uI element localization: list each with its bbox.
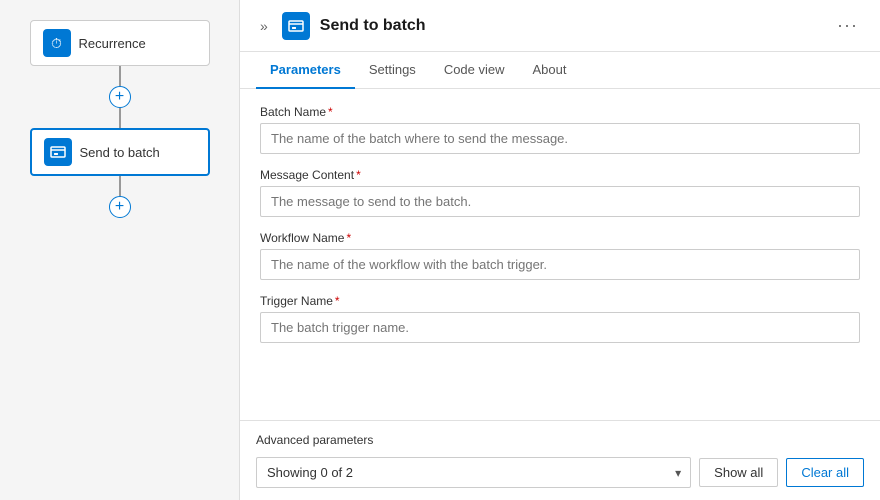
- header-icon: [282, 12, 310, 40]
- recurrence-icon: ⏱: [43, 29, 71, 57]
- tab-bar: Parameters Settings Code view About: [240, 52, 880, 89]
- connector-line-3: [119, 176, 121, 196]
- workflow-name-input[interactable]: [260, 249, 860, 280]
- send-to-batch-icon: [44, 138, 72, 166]
- trigger-name-input[interactable]: [260, 312, 860, 343]
- more-options-button[interactable]: ···: [831, 13, 864, 38]
- trigger-name-label: Trigger Name*: [260, 294, 860, 308]
- connector-1: +: [109, 66, 131, 128]
- trigger-name-group: Trigger Name*: [260, 294, 860, 343]
- message-content-group: Message Content*: [260, 168, 860, 217]
- panel-title: Send to batch: [320, 17, 821, 35]
- add-step-button-2[interactable]: +: [109, 196, 131, 218]
- connector-line-2: [119, 108, 121, 128]
- message-content-required: *: [356, 168, 361, 182]
- advanced-parameters-label: Advanced parameters: [256, 433, 864, 447]
- batch-name-group: Batch Name*: [260, 105, 860, 154]
- form-area: Batch Name* Message Content* Workflow Na…: [240, 89, 880, 420]
- connector-2: +: [109, 176, 131, 218]
- connector-line-1: [119, 66, 121, 86]
- send-to-batch-label: Send to batch: [80, 145, 160, 160]
- batch-name-label: Batch Name*: [260, 105, 860, 119]
- right-header: » Send to batch ···: [240, 0, 880, 52]
- collapse-button[interactable]: »: [256, 16, 272, 36]
- send-to-batch-node[interactable]: Send to batch: [30, 128, 210, 176]
- tab-parameters[interactable]: Parameters: [256, 52, 355, 89]
- tab-code-view[interactable]: Code view: [430, 52, 519, 89]
- showing-select[interactable]: Showing 0 of 2: [256, 457, 691, 488]
- workflow-name-group: Workflow Name*: [260, 231, 860, 280]
- advanced-row: Showing 0 of 2 ▾ Show all Clear all: [256, 457, 864, 488]
- recurrence-node[interactable]: ⏱ Recurrence: [30, 20, 210, 66]
- tab-about[interactable]: About: [519, 52, 581, 89]
- batch-name-input[interactable]: [260, 123, 860, 154]
- recurrence-label: Recurrence: [79, 36, 146, 51]
- left-panel: ⏱ Recurrence + Send to batch +: [0, 0, 240, 500]
- right-panel: » Send to batch ··· Parameters Settings …: [240, 0, 880, 500]
- batch-name-required: *: [328, 105, 333, 119]
- footer: Advanced parameters Showing 0 of 2 ▾ Sho…: [240, 420, 880, 500]
- showing-select-wrapper: Showing 0 of 2 ▾: [256, 457, 691, 488]
- trigger-name-required: *: [335, 294, 340, 308]
- tab-settings[interactable]: Settings: [355, 52, 430, 89]
- clear-all-button[interactable]: Clear all: [786, 458, 864, 487]
- message-content-input[interactable]: [260, 186, 860, 217]
- workflow-name-label: Workflow Name*: [260, 231, 860, 245]
- workflow-name-required: *: [346, 231, 351, 245]
- message-content-label: Message Content*: [260, 168, 860, 182]
- show-all-button[interactable]: Show all: [699, 458, 778, 487]
- add-step-button-1[interactable]: +: [109, 86, 131, 108]
